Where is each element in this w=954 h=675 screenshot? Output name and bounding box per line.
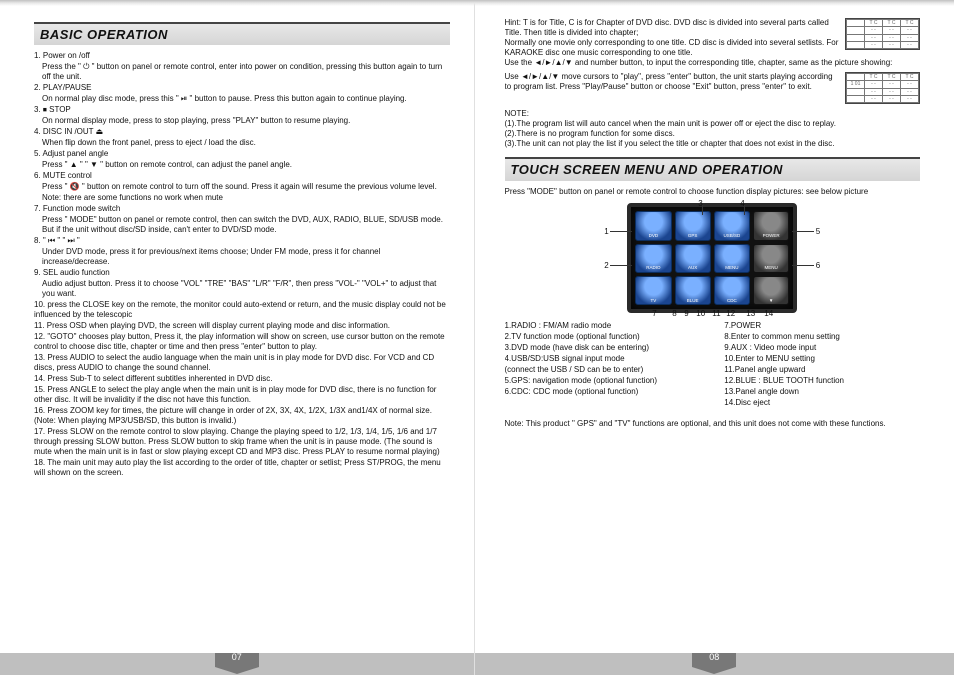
app-menu2: MENU [753, 244, 789, 273]
touch-screen: DVD GPS USB/SD POWER RADIO AUX MENU MENU… [627, 203, 797, 313]
left-body: 1. Power on /off Press the " ⏻ " button … [34, 51, 450, 653]
legend-right: 7.POWER 8.Enter to common menu setting 9… [724, 321, 920, 409]
page-left: BASIC OPERATION 1. Power on /off Press t… [0, 0, 475, 675]
heading-basic-operation: BASIC OPERATION [34, 22, 450, 45]
chapter-table-2: T CT CT C 1 01- -- -- - - -- -- - - -- -… [845, 72, 920, 104]
page-right: T CT CT C - -- -- - - -- -- - - -- -- - … [475, 0, 954, 675]
page-number-right: 08 [698, 652, 730, 662]
right-body: T CT CT C - -- -- - - -- -- - - -- -- - … [505, 18, 921, 653]
app-tv: TV [635, 276, 671, 305]
page-number-left: 07 [221, 652, 253, 662]
app-menu1: MENU [714, 244, 750, 273]
app-gps: GPS [675, 211, 711, 240]
chapter-table-1: T CT CT C - -- -- - - -- -- - - -- -- - [845, 18, 920, 50]
app-cdc: CDC [714, 276, 750, 305]
app-radio: RADIO [635, 244, 671, 273]
screen-diagram: 3 4 1 5 2 6 7 8 9 10 11 12 13 14 DVD GPS… [592, 203, 832, 313]
app-usb: USB/SD [714, 211, 750, 240]
legend-left: 1.RADIO : FM/AM radio mode 2.TV function… [505, 321, 701, 409]
app-aux: AUX [675, 244, 711, 273]
app-blue: BLUE [675, 276, 711, 305]
legend: 1.RADIO : FM/AM radio mode 2.TV function… [505, 321, 921, 409]
heading-touch-screen: TOUCH SCREEN MENU AND OPERATION [505, 157, 921, 181]
app-power: POWER [753, 211, 789, 240]
page-footer-left: 07 [0, 653, 474, 675]
app-angle: ▼ [753, 276, 789, 305]
app-dvd: DVD [635, 211, 671, 240]
note-label: NOTE: [505, 109, 921, 119]
page-footer-right: 08 [475, 653, 954, 675]
footnote: Note: This product " GPS" and "TV" funct… [505, 419, 921, 429]
